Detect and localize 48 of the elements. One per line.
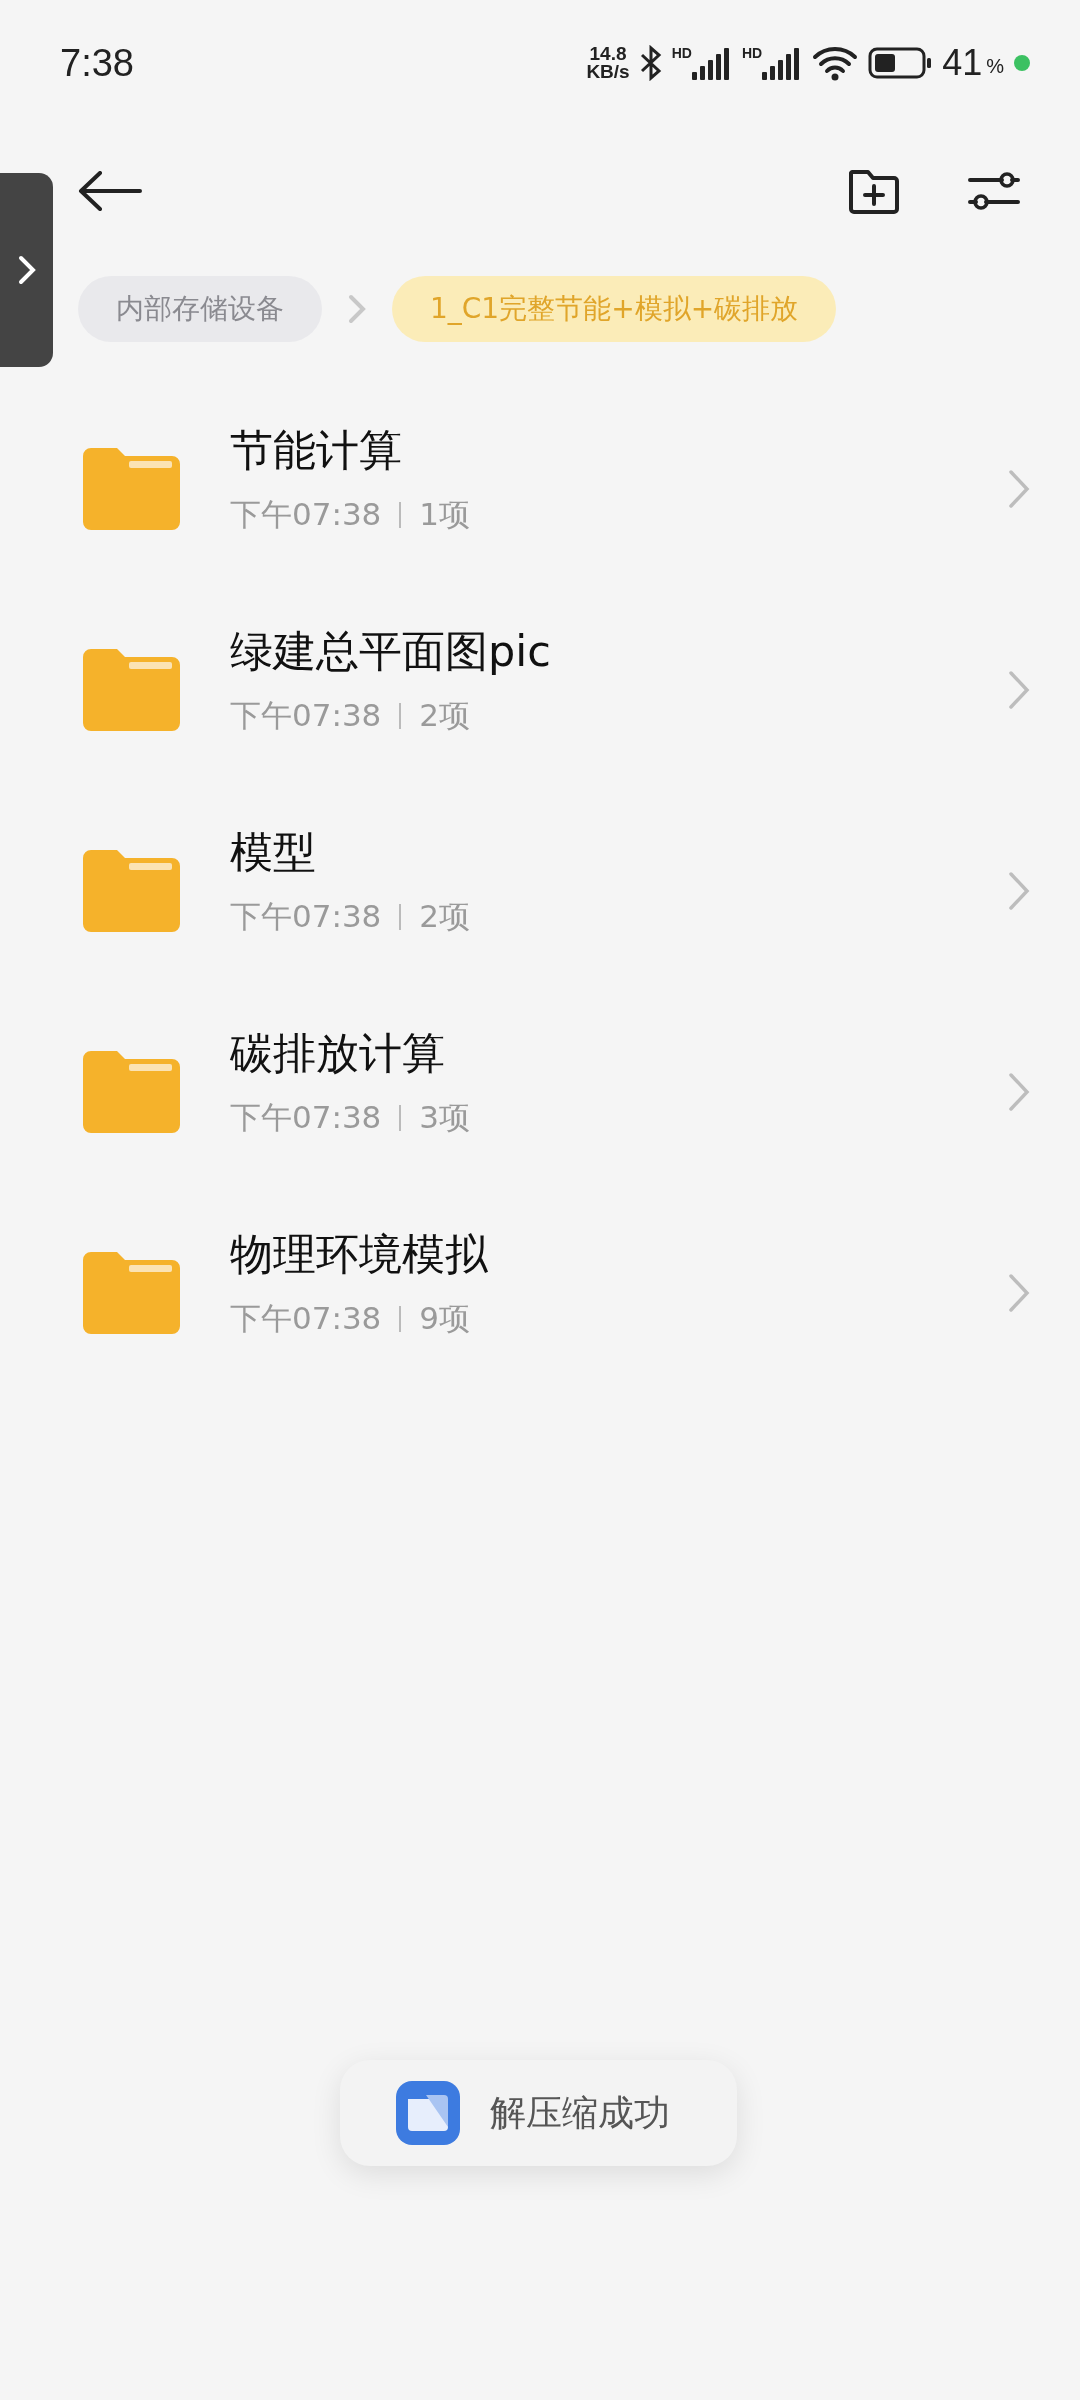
signal-icon — [691, 46, 732, 80]
hd-label: HD — [671, 46, 692, 60]
network-speed: 14.8 — [589, 45, 627, 63]
item-count: 2项 — [419, 896, 471, 936]
item-count: 9项 — [419, 1298, 471, 1338]
item-count: 3项 — [419, 1097, 471, 1137]
folder-name: 模型 — [230, 825, 317, 879]
modified-time: 下午07:38 — [230, 896, 382, 936]
wifi-icon — [812, 45, 859, 81]
folder-icon — [83, 849, 180, 932]
chevron-icon — [1008, 870, 1030, 911]
status-time: 7:38 — [60, 41, 134, 85]
file-manager-icon — [396, 2081, 460, 2145]
folder-row[interactable]: 绿建总平面图pic 下午07:38 2项 — [0, 589, 1080, 790]
status-dot-icon — [1014, 55, 1030, 71]
bluetooth-icon — [639, 45, 662, 81]
back-button[interactable] — [78, 171, 142, 211]
hd-label: HD — [741, 46, 763, 60]
toast-message: 解压缩成功 — [490, 2090, 670, 2135]
new-folder-button[interactable] — [848, 168, 900, 214]
folder-row[interactable]: 物理环境模拟 下午07:38 9项 — [0, 1192, 1080, 1393]
folder-icon — [83, 447, 180, 530]
modified-time: 下午07:38 — [230, 1097, 382, 1137]
folder-name: 节能计算 — [230, 423, 403, 477]
battery-percent: 41 — [942, 42, 983, 84]
item-count: 1项 — [419, 494, 471, 534]
folder-icon — [83, 648, 180, 731]
battery-icon — [868, 47, 933, 79]
folder-name: 碳排放计算 — [230, 1026, 446, 1080]
chevron-icon — [1008, 468, 1030, 509]
modified-time: 下午07:38 — [230, 695, 382, 735]
network-speed-unit: KB/s — [586, 63, 630, 81]
folder-name: 绿建总平面图pic — [230, 624, 552, 678]
folder-icon — [83, 1251, 180, 1334]
folder-row[interactable]: 模型 下午07:38 2项 — [0, 790, 1080, 991]
folder-name: 物理环境模拟 — [230, 1227, 489, 1281]
folder-row[interactable]: 碳排放计算 下午07:38 3项 — [0, 991, 1080, 1192]
chevron-icon — [1008, 1272, 1030, 1313]
side-panel-handle[interactable] — [0, 173, 53, 367]
chevron-icon — [1008, 669, 1030, 710]
folder-row[interactable]: 节能计算 下午07:38 1项 — [0, 388, 1080, 589]
chevron-icon — [1008, 1071, 1030, 1112]
modified-time: 下午07:38 — [230, 494, 382, 534]
modified-time: 下午07:38 — [230, 1298, 382, 1338]
item-count: 2项 — [419, 695, 471, 735]
chevron-icon — [348, 294, 366, 324]
percent-sign: % — [986, 55, 1004, 78]
folder-icon — [83, 1050, 180, 1133]
